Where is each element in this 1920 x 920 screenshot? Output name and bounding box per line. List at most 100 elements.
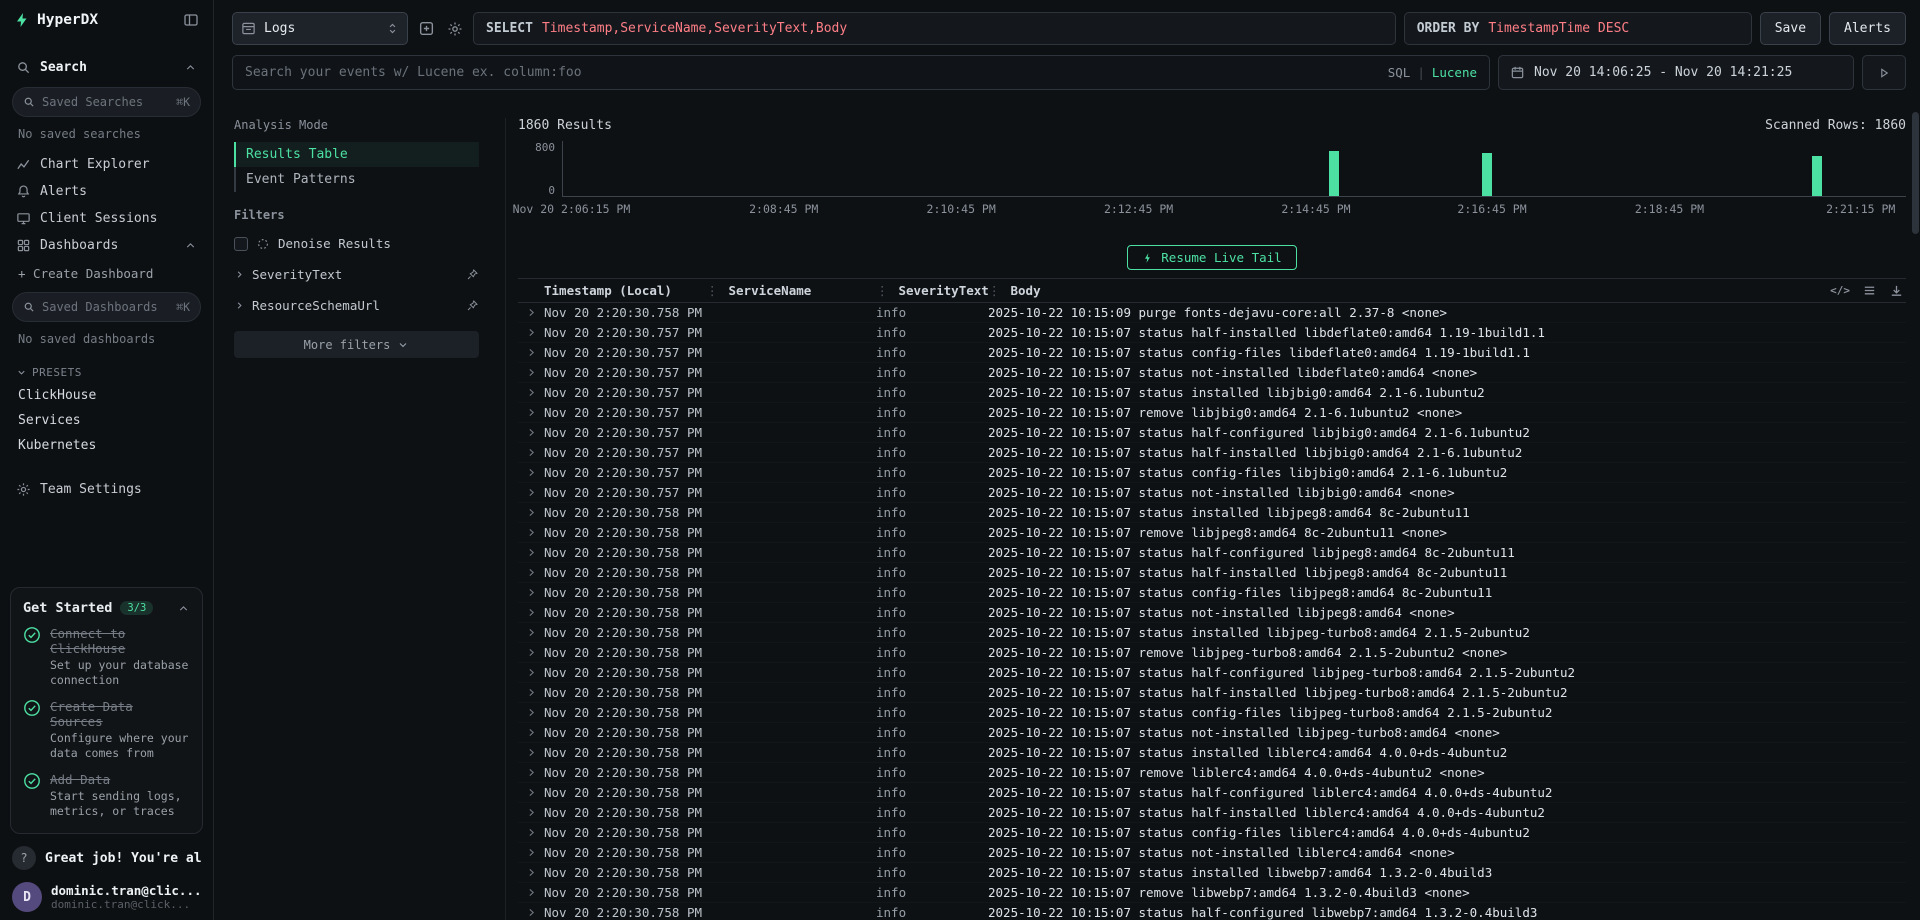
table-row[interactable]: Nov 20 2:20:30.758 PM info 2025-10-22 10… <box>518 563 1906 583</box>
table-row[interactable]: Nov 20 2:20:30.758 PM info 2025-10-22 10… <box>518 723 1906 743</box>
search-input[interactable] <box>245 65 1380 80</box>
expand-row-icon[interactable] <box>518 448 544 457</box>
expand-row-icon[interactable] <box>518 888 544 897</box>
column-header-timestamp[interactable]: Timestamp (Local) <box>544 283 706 298</box>
download-icon[interactable] <box>1889 283 1904 298</box>
expand-row-icon[interactable] <box>518 728 544 737</box>
table-row[interactable]: Nov 20 2:20:30.757 PM info 2025-10-22 10… <box>518 483 1906 503</box>
expand-row-icon[interactable] <box>518 668 544 677</box>
select-clause-input[interactable]: SELECT Timestamp,ServiceName,SeverityTex… <box>473 12 1396 45</box>
table-row[interactable]: Nov 20 2:20:30.757 PM info 2025-10-22 10… <box>518 343 1906 363</box>
sidebar-item-client-sessions[interactable]: Client Sessions <box>10 205 203 232</box>
mode-sql[interactable]: SQL <box>1388 65 1411 80</box>
expand-row-icon[interactable] <box>518 368 544 377</box>
table-row[interactable]: Nov 20 2:20:30.758 PM info 2025-10-22 10… <box>518 503 1906 523</box>
table-row[interactable]: Nov 20 2:20:30.758 PM info 2025-10-22 10… <box>518 683 1906 703</box>
denoise-checkbox[interactable] <box>234 237 248 251</box>
table-row[interactable]: Nov 20 2:20:30.758 PM info 2025-10-22 10… <box>518 543 1906 563</box>
expand-row-icon[interactable] <box>518 908 544 917</box>
expand-row-icon[interactable] <box>518 808 544 817</box>
table-row[interactable]: Nov 20 2:20:30.757 PM info 2025-10-22 10… <box>518 383 1906 403</box>
filter-group-severitytext[interactable]: SeverityText <box>234 259 479 290</box>
expand-row-icon[interactable] <box>518 588 544 597</box>
alerts-button[interactable]: Alerts <box>1829 12 1906 45</box>
collapse-sidebar-icon[interactable] <box>183 12 199 28</box>
date-range-picker[interactable]: Nov 20 14:06:25 - Nov 20 14:21:25 <box>1498 55 1854 90</box>
expand-row-icon[interactable] <box>518 768 544 777</box>
create-dashboard-button[interactable]: + Create Dashboard <box>10 259 203 286</box>
expand-row-icon[interactable] <box>518 328 544 337</box>
get-started-step[interactable]: Connect to ClickHouse Set up your databa… <box>23 626 190 688</box>
save-button[interactable]: Save <box>1760 12 1821 45</box>
get-started-step[interactable]: Add Data Start sending logs, metrics, or… <box>23 772 190 819</box>
table-row[interactable]: Nov 20 2:20:30.758 PM info 2025-10-22 10… <box>518 523 1906 543</box>
column-divider[interactable]: ⋮ <box>988 283 1001 298</box>
expand-row-icon[interactable] <box>518 788 544 797</box>
pin-icon[interactable] <box>466 299 479 312</box>
column-header-severitytext[interactable]: ⋮ SeverityText <box>876 283 988 298</box>
expand-row-icon[interactable] <box>518 688 544 697</box>
table-row[interactable]: Nov 20 2:20:30.758 PM info 2025-10-22 10… <box>518 803 1906 823</box>
column-divider[interactable]: ⋮ <box>876 283 889 298</box>
table-row[interactable]: Nov 20 2:20:30.758 PM info 2025-10-22 10… <box>518 703 1906 723</box>
orderby-clause-input[interactable]: ORDER BY TimestampTime DESC <box>1404 12 1752 45</box>
source-select[interactable]: Logs <box>232 12 408 45</box>
mode-lucene[interactable]: Lucene <box>1432 65 1477 80</box>
table-row[interactable]: Nov 20 2:20:30.758 PM info 2025-10-22 10… <box>518 623 1906 643</box>
expand-row-icon[interactable] <box>518 608 544 617</box>
expand-row-icon[interactable] <box>518 708 544 717</box>
source-settings-button[interactable] <box>445 19 465 39</box>
table-row[interactable]: Nov 20 2:20:30.758 PM info 2025-10-22 10… <box>518 743 1906 763</box>
table-row[interactable]: Nov 20 2:20:30.758 PM info 2025-10-22 10… <box>518 863 1906 883</box>
row-density-icon[interactable] <box>1862 283 1877 298</box>
sidebar-item-chart-explorer[interactable]: Chart Explorer <box>10 151 203 178</box>
preset-clickhouse[interactable]: ClickHouse <box>10 383 203 408</box>
expand-row-icon[interactable] <box>518 508 544 517</box>
sidebar-item-search[interactable]: Search <box>10 54 203 81</box>
expand-row-icon[interactable] <box>518 408 544 417</box>
table-row[interactable]: Nov 20 2:20:30.758 PM info 2025-10-22 10… <box>518 883 1906 903</box>
sidebar-item-dashboards[interactable]: Dashboards <box>10 232 203 259</box>
expand-row-icon[interactable] <box>518 528 544 537</box>
expand-row-icon[interactable] <box>518 548 544 557</box>
expand-row-icon[interactable] <box>518 648 544 657</box>
table-row[interactable]: Nov 20 2:20:30.758 PM info 2025-10-22 10… <box>518 763 1906 783</box>
column-header-body[interactable]: ⋮ Body <box>988 283 1906 298</box>
table-row[interactable]: Nov 20 2:20:30.757 PM info 2025-10-22 10… <box>518 423 1906 443</box>
table-row[interactable]: Nov 20 2:20:30.757 PM info 2025-10-22 10… <box>518 403 1906 423</box>
add-source-button[interactable] <box>416 18 437 39</box>
histogram-bar[interactable] <box>1812 156 1822 196</box>
expand-row-icon[interactable] <box>518 868 544 877</box>
histogram-bar[interactable] <box>1329 151 1339 196</box>
help-button[interactable]: ? <box>12 846 36 870</box>
saved-dashboards-input[interactable]: Saved Dashboards ⌘K <box>12 292 201 322</box>
table-row[interactable]: Nov 20 2:20:30.757 PM info 2025-10-22 10… <box>518 463 1906 483</box>
resume-live-tail-button[interactable]: Resume Live Tail <box>1127 245 1296 270</box>
expand-row-icon[interactable] <box>518 488 544 497</box>
expand-row-icon[interactable] <box>518 828 544 837</box>
table-row[interactable]: Nov 20 2:20:30.757 PM info 2025-10-22 10… <box>518 443 1906 463</box>
table-row[interactable]: Nov 20 2:20:30.758 PM info 2025-10-22 10… <box>518 823 1906 843</box>
mode-results-table[interactable]: Results Table <box>234 142 479 167</box>
preset-services[interactable]: Services <box>10 408 203 433</box>
table-row[interactable]: Nov 20 2:20:30.757 PM info 2025-10-22 10… <box>518 363 1906 383</box>
table-row[interactable]: Nov 20 2:20:30.758 PM info 2025-10-22 10… <box>518 643 1906 663</box>
table-row[interactable]: Nov 20 2:20:30.757 PM info 2025-10-22 10… <box>518 323 1906 343</box>
histogram-bar[interactable] <box>1482 153 1492 196</box>
table-row[interactable]: Nov 20 2:20:30.758 PM info 2025-10-22 10… <box>518 663 1906 683</box>
column-divider[interactable]: ⋮ <box>706 283 719 298</box>
scrollbar-thumb[interactable] <box>1912 112 1919 234</box>
expand-row-icon[interactable] <box>518 468 544 477</box>
pin-icon[interactable] <box>466 268 479 281</box>
column-config-icon[interactable]: </> <box>1830 284 1850 297</box>
expand-row-icon[interactable] <box>518 848 544 857</box>
filter-group-resourceschemaurl[interactable]: ResourceSchemaUrl <box>234 290 479 321</box>
sidebar-item-alerts[interactable]: Alerts <box>10 178 203 205</box>
expand-row-icon[interactable] <box>518 308 544 317</box>
denoise-toggle[interactable]: Denoise Results <box>234 232 479 259</box>
get-started-header[interactable]: Get Started 3/3 <box>23 600 190 616</box>
table-row[interactable]: Nov 20 2:20:30.758 PM info 2025-10-22 10… <box>518 843 1906 863</box>
more-filters-button[interactable]: More filters <box>234 331 479 358</box>
table-row[interactable]: Nov 20 2:20:30.758 PM info 2025-10-22 10… <box>518 603 1906 623</box>
table-row[interactable]: Nov 20 2:20:30.758 PM info 2025-10-22 10… <box>518 903 1906 920</box>
